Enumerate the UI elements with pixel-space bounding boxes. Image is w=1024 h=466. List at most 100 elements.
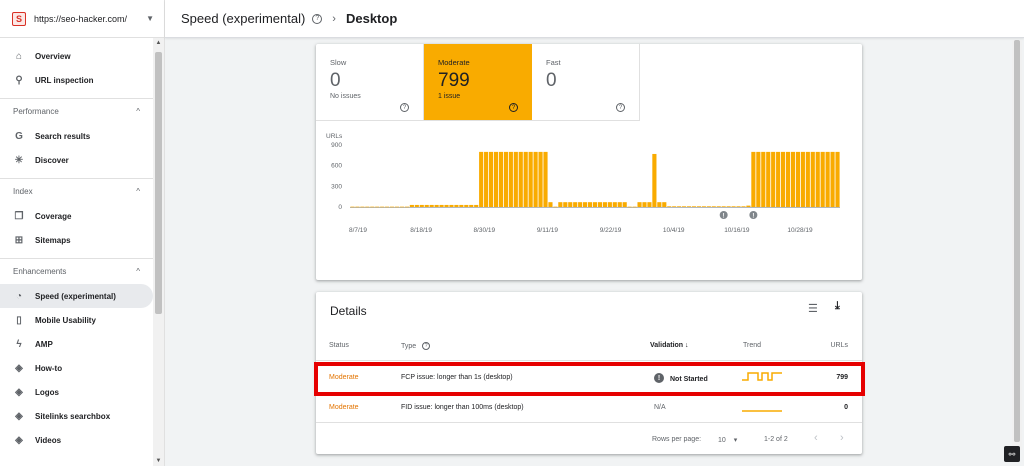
chart-bar[interactable] bbox=[647, 202, 652, 207]
scroll-down-arrow-icon[interactable]: ▼ bbox=[153, 458, 164, 464]
chart-bar[interactable] bbox=[790, 151, 796, 207]
sidebar-item-search-results[interactable]: G Search results bbox=[0, 124, 164, 148]
sidebar-item-coverage[interactable]: ❐ Coverage bbox=[0, 204, 164, 228]
chart-bar[interactable] bbox=[355, 206, 360, 208]
main-scroll-thumb[interactable] bbox=[1014, 40, 1020, 442]
help-icon[interactable]: ? bbox=[400, 103, 409, 112]
sidebar-item-url-inspection[interactable]: ⚲ URL inspection bbox=[0, 68, 164, 92]
chart-bar[interactable] bbox=[825, 151, 830, 207]
chart-bar[interactable] bbox=[469, 204, 474, 207]
chart-bar[interactable] bbox=[538, 151, 543, 207]
chart-bar[interactable] bbox=[632, 206, 637, 208]
caret-down-icon[interactable]: ▼ bbox=[146, 14, 154, 23]
chart-bar[interactable] bbox=[652, 153, 657, 207]
chart-bar[interactable] bbox=[380, 206, 385, 208]
chart-bar[interactable] bbox=[444, 204, 449, 207]
tile-slow[interactable]: Slow 0 No issues ? bbox=[316, 44, 424, 121]
chevron-up-icon[interactable]: ^ bbox=[136, 107, 140, 116]
chart-bar[interactable] bbox=[721, 206, 726, 207]
chart-bar[interactable] bbox=[756, 151, 761, 207]
chart-bar[interactable] bbox=[548, 202, 553, 207]
chart-bar[interactable] bbox=[508, 151, 513, 207]
chart-bar[interactable] bbox=[568, 202, 573, 207]
main-scrollbar[interactable] bbox=[1012, 40, 1022, 450]
chart-bar[interactable] bbox=[419, 204, 424, 207]
chart-bar[interactable] bbox=[751, 151, 756, 207]
chart-bar[interactable] bbox=[761, 151, 766, 207]
help-icon[interactable]: ? bbox=[312, 13, 323, 24]
chart-bar[interactable] bbox=[439, 204, 444, 207]
chart-bar[interactable] bbox=[711, 206, 716, 207]
section-performance[interactable]: Performance ^ bbox=[0, 98, 164, 124]
sidebar-item-discover[interactable]: ✳ Discover bbox=[0, 148, 164, 172]
chart-bar[interactable] bbox=[696, 206, 702, 207]
chart-bar[interactable] bbox=[370, 206, 375, 208]
chart-bar[interactable] bbox=[587, 202, 593, 207]
chart-bar[interactable] bbox=[716, 206, 721, 207]
chart-bar[interactable] bbox=[820, 151, 825, 207]
chart-bar[interactable] bbox=[488, 151, 494, 207]
section-enhancements[interactable]: Enhancements ^ bbox=[0, 258, 164, 284]
sidebar-item-overview[interactable]: ⌂ Overview bbox=[0, 44, 164, 68]
chart-bar[interactable] bbox=[459, 204, 464, 207]
chart-bar[interactable] bbox=[474, 204, 479, 207]
chart-bar[interactable] bbox=[781, 151, 786, 207]
chart-bar[interactable] bbox=[701, 206, 706, 207]
chart-bar[interactable] bbox=[399, 206, 405, 208]
chart-bar[interactable] bbox=[677, 206, 682, 207]
chart-bar[interactable] bbox=[691, 206, 697, 207]
rows-per-page-select[interactable]: 10 ▾ bbox=[718, 436, 737, 444]
chart-bar[interactable] bbox=[741, 206, 746, 207]
sidebar-scroll-thumb[interactable] bbox=[155, 52, 162, 314]
chart-bar[interactable] bbox=[365, 206, 370, 208]
chart-bar[interactable] bbox=[785, 151, 791, 207]
chart-bar[interactable] bbox=[479, 151, 484, 207]
chart-bar[interactable] bbox=[350, 206, 355, 208]
page-title[interactable]: Speed (experimental) bbox=[181, 11, 305, 26]
help-icon[interactable]: ? bbox=[422, 342, 431, 350]
chart-bar[interactable] bbox=[518, 151, 523, 207]
chart-bar[interactable] bbox=[553, 206, 558, 208]
chart-bar[interactable] bbox=[409, 204, 414, 207]
chart-bar[interactable] bbox=[637, 202, 642, 207]
chart-bar[interactable] bbox=[578, 202, 583, 207]
chart-bar[interactable] bbox=[617, 202, 622, 207]
chart-bar[interactable] bbox=[736, 206, 741, 207]
chart-bar[interactable] bbox=[667, 206, 672, 207]
chart-bar[interactable] bbox=[454, 204, 459, 207]
chart-bar[interactable] bbox=[682, 206, 687, 207]
chart-bar[interactable] bbox=[528, 151, 533, 207]
chart-bar[interactable] bbox=[672, 206, 677, 207]
chart-bar[interactable] bbox=[583, 202, 588, 207]
chart-bar[interactable] bbox=[385, 206, 390, 208]
col-urls[interactable]: URLs bbox=[830, 342, 848, 349]
chart-bar[interactable] bbox=[434, 204, 439, 207]
sidebar-item-sitelinks-searchbox[interactable]: ◈ Sitelinks searchbox bbox=[0, 404, 164, 428]
chart-bar[interactable] bbox=[766, 151, 771, 207]
sidebar-scrollbar[interactable]: ▲ ▼ bbox=[153, 38, 164, 466]
chart-bar[interactable] bbox=[375, 206, 380, 208]
chart-bar[interactable] bbox=[533, 151, 538, 207]
table-row[interactable]: Moderate FID issue: longer than 100ms (d… bbox=[316, 394, 862, 422]
tile-fast[interactable]: Fast 0 ? bbox=[532, 44, 640, 121]
chart-bar[interactable] bbox=[746, 205, 751, 207]
sidebar-item-speed[interactable]: ◔ Speed (experimental) bbox=[0, 284, 153, 308]
chart-bar[interactable] bbox=[627, 206, 632, 208]
tile-moderate[interactable]: Moderate 799 1 issue ? bbox=[424, 44, 532, 121]
sidebar-item-logos[interactable]: ◈ Logos bbox=[0, 380, 164, 404]
chart-bar[interactable] bbox=[642, 202, 647, 207]
chart-bar[interactable] bbox=[597, 202, 603, 207]
sidebar-item-how-to[interactable]: ◈ How-to bbox=[0, 356, 164, 380]
chart-bar[interactable] bbox=[513, 151, 518, 207]
sidebar-item-mobile-usability[interactable]: ▯ Mobile Usability bbox=[0, 308, 164, 332]
chart-bar[interactable] bbox=[464, 204, 469, 207]
chart-bar[interactable] bbox=[543, 151, 548, 207]
chart-bar[interactable] bbox=[771, 151, 776, 207]
chart-bar[interactable] bbox=[612, 202, 617, 207]
next-page-icon[interactable]: › bbox=[840, 432, 844, 444]
chart-bar[interactable] bbox=[493, 151, 499, 207]
chart-bar[interactable] bbox=[573, 202, 578, 207]
chart-bar[interactable] bbox=[607, 202, 612, 207]
col-type[interactable]: Type? bbox=[401, 342, 431, 350]
filter-icon[interactable]: ☰ bbox=[808, 302, 818, 315]
